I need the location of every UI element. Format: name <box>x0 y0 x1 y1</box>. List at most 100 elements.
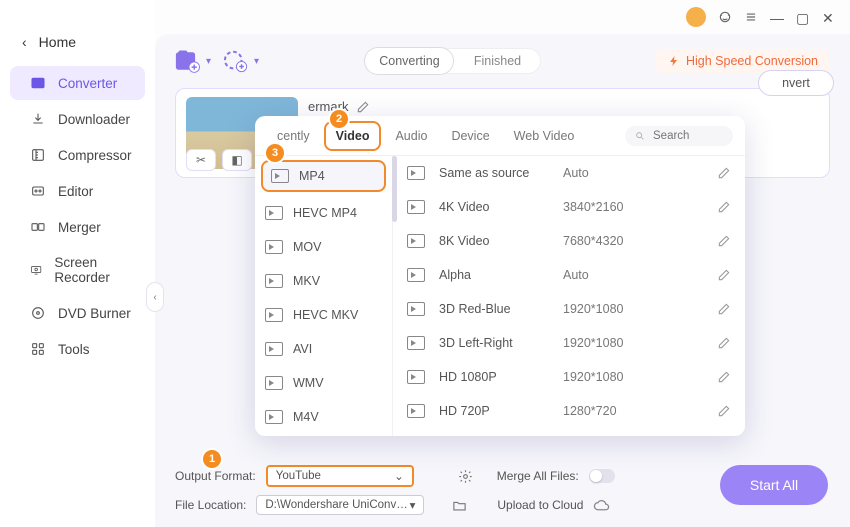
dvdburner-icon <box>30 305 46 321</box>
format-item-hevc-mp4[interactable]: HEVC MP4 <box>255 196 392 230</box>
edit-icon[interactable] <box>717 370 731 384</box>
format-search[interactable] <box>625 126 733 146</box>
search-icon <box>635 130 645 142</box>
resolution-icon <box>407 166 425 180</box>
edit-icon[interactable] <box>717 200 731 214</box>
video-format-icon <box>265 206 283 220</box>
resolution-item[interactable]: 8K Video7680*4320 <box>393 224 745 258</box>
resolution-name: 3D Left-Right <box>439 336 549 350</box>
scrollbar-thumb[interactable] <box>392 156 397 222</box>
folder-icon[interactable] <box>452 498 467 513</box>
resolution-item[interactable]: AlphaAuto <box>393 258 745 292</box>
format-item-mp4[interactable]: MP4 <box>261 160 386 192</box>
video-format-icon <box>265 308 283 322</box>
collapse-sidebar-button[interactable]: ‹ <box>146 282 164 312</box>
edit-icon[interactable] <box>717 336 731 350</box>
chevron-left-icon: ‹ <box>22 34 27 50</box>
gear-icon[interactable] <box>458 469 473 484</box>
format-item-m4v[interactable]: M4V <box>255 400 392 434</box>
avatar[interactable] <box>686 7 706 27</box>
output-format-select[interactable]: YouTube ⌄ <box>266 465 414 487</box>
cloud-icon[interactable] <box>593 499 610 512</box>
sidebar-item-label: Screen Recorder <box>54 255 133 285</box>
sidebar-item-label: Editor <box>58 184 93 199</box>
add-file-button[interactable]: ▾ <box>175 49 203 73</box>
menu-icon[interactable] <box>744 10 758 24</box>
resolution-icon <box>407 404 425 418</box>
support-icon[interactable] <box>718 10 732 24</box>
home-label: Home <box>39 34 76 50</box>
edit-icon[interactable] <box>717 302 731 316</box>
resolution-name: 3D Red-Blue <box>439 302 549 316</box>
sidebar-item-label: Converter <box>58 76 117 91</box>
merge-label: Merge All Files: <box>497 469 579 483</box>
upload-cloud-label: Upload to Cloud <box>497 498 583 512</box>
merge-toggle[interactable] <box>589 469 615 483</box>
crop-button[interactable]: ◧ <box>222 149 252 171</box>
start-all-button[interactable]: Start All <box>720 465 828 505</box>
resolution-px: Auto <box>563 268 663 282</box>
format-item-avi[interactable]: AVI <box>255 332 392 366</box>
format-item-wmv[interactable]: WMV <box>255 366 392 400</box>
resolution-name: 4K Video <box>439 200 549 214</box>
sidebar-item-label: Merger <box>58 220 101 235</box>
resolution-item[interactable]: 3D Red-Blue1920*1080 <box>393 292 745 326</box>
trim-button[interactable]: ✂ <box>186 149 216 171</box>
step-badge-1: 1 <box>203 450 221 468</box>
sidebar-item-merger[interactable]: Merger <box>10 210 145 244</box>
add-url-button[interactable]: ▾ <box>223 49 251 73</box>
minimize-icon[interactable]: — <box>770 10 784 24</box>
chevron-down-icon: ▾ <box>410 498 416 512</box>
video-format-icon <box>265 240 283 254</box>
format-label: WMV <box>293 376 324 390</box>
home-link[interactable]: ‹ Home <box>0 28 155 64</box>
step-badge-2: 2 <box>330 110 348 128</box>
tab-converting[interactable]: Converting <box>365 48 453 74</box>
resolution-icon <box>407 268 425 282</box>
chevron-down-icon: ▾ <box>206 56 211 67</box>
sidebar-item-editor[interactable]: Editor <box>10 174 145 208</box>
format-item-hevc-mkv[interactable]: HEVC MKV <box>255 298 392 332</box>
edit-icon[interactable] <box>717 404 731 418</box>
rename-icon[interactable] <box>356 100 370 114</box>
format-tab-web-video[interactable]: Web Video <box>504 123 585 149</box>
search-input[interactable] <box>651 129 723 143</box>
sidebar-item-downloader[interactable]: Downloader <box>10 102 145 136</box>
chevron-down-icon: ▾ <box>254 56 259 67</box>
resolution-item[interactable]: Same as sourceAuto <box>393 156 745 190</box>
sidebar-item-converter[interactable]: Converter <box>10 66 145 100</box>
bolt-icon <box>668 55 680 67</box>
output-format-label: Output Format: <box>175 469 256 483</box>
sidebar-item-compressor[interactable]: Compressor <box>10 138 145 172</box>
sidebar-item-tools[interactable]: Tools <box>10 332 145 366</box>
format-item-mkv[interactable]: MKV <box>255 264 392 298</box>
resolution-name: 8K Video <box>439 234 549 248</box>
resolution-icon <box>407 336 425 350</box>
edit-icon[interactable] <box>717 268 731 282</box>
close-icon[interactable]: ✕ <box>822 10 836 24</box>
edit-icon[interactable] <box>717 234 731 248</box>
tab-finished[interactable]: Finished <box>453 48 541 74</box>
resolution-item[interactable]: 4K Video3840*2160 <box>393 190 745 224</box>
sidebar-item-screenrecorder[interactable]: Screen Recorder <box>10 246 145 294</box>
resolution-item[interactable]: 3D Left-Right1920*1080 <box>393 326 745 360</box>
tools-icon <box>30 341 46 357</box>
resolution-item[interactable]: HD 720P1280*720 <box>393 394 745 428</box>
format-tab-device[interactable]: Device <box>441 123 499 149</box>
file-location-select[interactable]: D:\Wondershare UniConverter 1 ▾ <box>256 495 424 515</box>
format-label: MP4 <box>299 169 325 183</box>
convert-button[interactable]: nvert <box>758 70 834 96</box>
format-tab-audio[interactable]: Audio <box>385 123 437 149</box>
screenrecorder-icon <box>30 262 42 278</box>
format-label: M4V <box>293 410 319 424</box>
format-item-mov[interactable]: MOV <box>255 230 392 264</box>
video-format-icon <box>271 169 289 183</box>
resolution-name: Same as source <box>439 166 549 180</box>
maximize-icon[interactable]: ▢ <box>796 10 810 24</box>
resolution-item[interactable]: HD 1080P1920*1080 <box>393 360 745 394</box>
compressor-icon <box>30 147 46 163</box>
resolution-px: 1280*720 <box>563 404 663 418</box>
edit-icon[interactable] <box>717 166 731 180</box>
sidebar-item-dvdburner[interactable]: DVD Burner <box>10 296 145 330</box>
high-speed-label: High Speed Conversion <box>686 54 818 68</box>
